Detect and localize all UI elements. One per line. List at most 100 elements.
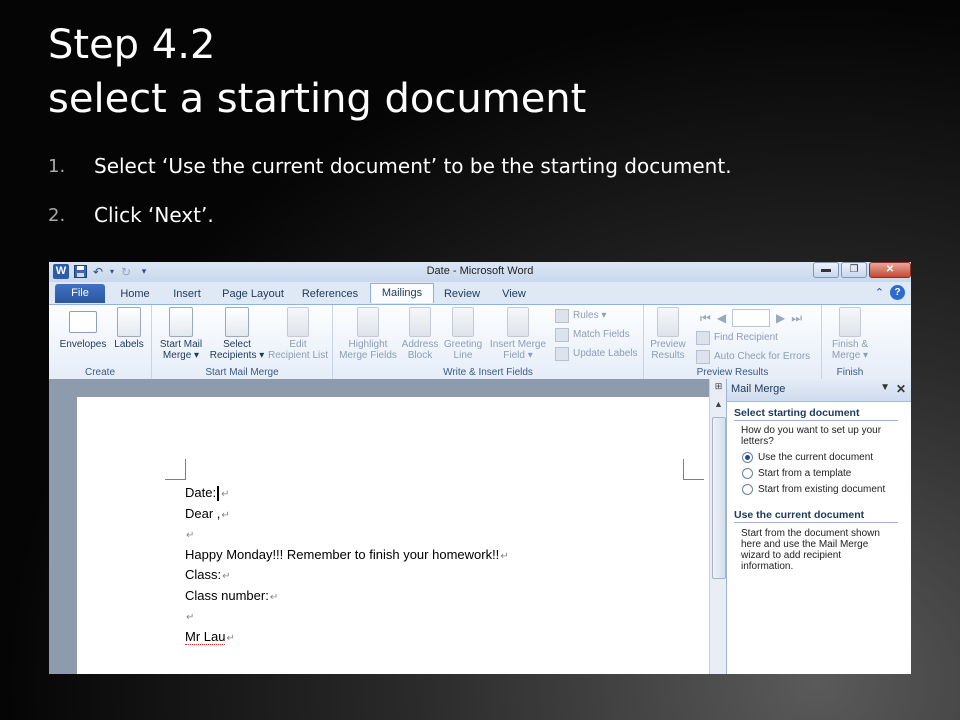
- edit-recipient-list-label-2: Recipient List: [267, 350, 329, 361]
- word-window: W ↶ ▾ ↻ ▾ Date - Microsoft Word ▬ ❐ ✕ Fi…: [49, 262, 911, 674]
- doc-line-text: Date:: [185, 485, 217, 500]
- edit-recipient-list-button[interactable]: Edit Recipient List: [266, 307, 330, 361]
- scroll-up-icon[interactable]: ▲: [710, 399, 727, 409]
- pane-title: Mail Merge: [731, 383, 786, 395]
- match-fields-icon: [555, 328, 569, 342]
- auto-check-errors-button[interactable]: Auto Check for Errors: [696, 348, 810, 366]
- section-description: Start from the document shown here and u…: [741, 528, 880, 572]
- insert-merge-field-icon: [507, 307, 529, 337]
- highlight-merge-fields-button[interactable]: Highlight Merge Fields: [337, 307, 399, 361]
- group-finish: Finish & Merge ▾ Finish: [822, 305, 878, 379]
- update-labels-icon: [555, 347, 569, 361]
- paragraph-mark: ↵: [221, 489, 230, 500]
- option-label: Use the current document: [758, 452, 874, 463]
- title-bar: W ↶ ▾ ↻ ▾ Date - Microsoft Word ▬ ❐ ✕: [49, 262, 911, 282]
- vertical-scrollbar[interactable]: ⊞ ▲: [709, 379, 727, 674]
- step-number: 1.: [48, 156, 66, 177]
- doc-line-text: Dear ,: [185, 505, 221, 521]
- preview-label-2: Results: [651, 350, 685, 361]
- labels-icon: [117, 307, 141, 337]
- rules-button[interactable]: Rules ▾: [555, 307, 606, 325]
- ribbon-tabs: File Home Insert Page Layout References …: [49, 282, 911, 304]
- radio-icon[interactable]: [742, 484, 753, 495]
- greeting-line-button[interactable]: Greeting Line: [441, 307, 485, 361]
- option-use-current-document[interactable]: Use the current document: [742, 452, 873, 463]
- ribbon-help-area: ⌃ ?: [875, 285, 905, 300]
- option-start-from-existing[interactable]: Start from existing document: [742, 484, 885, 495]
- tab-mailings[interactable]: Mailings: [370, 283, 434, 303]
- document-area: Date: ↵ Dear ,↵ ↵ Happy Monday!!! Remembe…: [49, 379, 709, 674]
- doc-line: Class number:↵: [185, 586, 509, 607]
- tab-file[interactable]: File: [55, 284, 105, 303]
- step-item: 1. Select ‘Use the current document’ to …: [48, 154, 732, 203]
- minimize-button[interactable]: ▬: [813, 262, 839, 278]
- minimize-ribbon-icon[interactable]: ⌃: [875, 286, 884, 299]
- greeting-line-icon: [452, 307, 474, 337]
- address-block-icon: [409, 307, 431, 337]
- greeting-label-2: Line: [453, 350, 473, 361]
- paragraph-mark: ↵: [221, 509, 230, 521]
- scroll-thumb[interactable]: [712, 417, 726, 579]
- group-create: Envelopes Labels Create: [49, 305, 152, 379]
- find-recipient-label: Find Recipient: [714, 332, 778, 343]
- tab-review[interactable]: Review: [439, 285, 485, 304]
- address-label-1: Address: [401, 339, 439, 350]
- group-preview-results-label: Preview Results: [696, 367, 769, 378]
- first-record-icon[interactable]: ⏮: [700, 311, 711, 326]
- preview-results-button[interactable]: Preview Results: [646, 307, 690, 361]
- finish-merge-button[interactable]: Finish & Merge ▾: [826, 307, 874, 361]
- document-body[interactable]: Date: ↵ Dear ,↵ ↵ Happy Monday!!! Remembe…: [185, 483, 509, 647]
- paragraph-mark: ↵: [500, 550, 509, 562]
- auto-check-errors-icon: [696, 350, 710, 364]
- pane-options-icon[interactable]: ▼: [880, 382, 890, 393]
- doc-line-text: Class number:: [185, 587, 269, 603]
- step-text: Select ‘Use the current document’ to be …: [94, 154, 732, 178]
- start-mail-merge-label-2: Merge ▾: [162, 350, 200, 361]
- address-label-2: Block: [407, 350, 433, 361]
- close-button[interactable]: ✕: [869, 262, 911, 278]
- window-controls: ▬ ❐ ✕: [813, 262, 911, 278]
- last-record-icon[interactable]: ⏭: [791, 311, 802, 326]
- insert-merge-field-button[interactable]: Insert Merge Field ▾: [485, 307, 551, 361]
- step-list: 1. Select ‘Use the current document’ to …: [48, 154, 732, 252]
- close-pane-icon[interactable]: ✕: [896, 382, 906, 396]
- find-recipient-button[interactable]: Find Recipient: [696, 329, 778, 347]
- next-record-icon[interactable]: ▶: [776, 311, 785, 325]
- ruler-toggle-icon[interactable]: ⊞: [710, 381, 727, 392]
- document-page[interactable]: Date: ↵ Dear ,↵ ↵ Happy Monday!!! Remembe…: [77, 397, 709, 674]
- slide-title: Step 4.2 select a starting document: [48, 18, 586, 126]
- envelopes-label: Envelopes: [59, 339, 107, 350]
- edit-recipient-list-icon: [287, 307, 309, 337]
- start-mail-merge-label-1: Start Mail: [159, 339, 203, 350]
- labels-button[interactable]: Labels: [111, 307, 147, 350]
- preview-results-icon: [657, 307, 679, 337]
- select-recipients-icon: [225, 307, 249, 337]
- option-label: Start from a template: [758, 468, 852, 479]
- doc-line-text: Happy Monday!!! Remember to finish your …: [185, 546, 500, 562]
- update-labels-button[interactable]: Update Labels: [555, 345, 638, 363]
- record-navigation: ⏮ ◀ ▶ ⏭: [700, 309, 802, 327]
- select-recipients-button[interactable]: Select Recipients ▾: [208, 307, 266, 361]
- insert-field-label-2: Field ▾: [503, 350, 533, 361]
- start-mail-merge-button[interactable]: Start Mail Merge ▾: [154, 307, 208, 361]
- tab-page-layout[interactable]: Page Layout: [219, 285, 287, 304]
- tab-references[interactable]: References: [297, 285, 363, 304]
- help-icon[interactable]: ?: [890, 285, 905, 300]
- option-start-from-template[interactable]: Start from a template: [742, 468, 851, 479]
- restore-button[interactable]: ❐: [841, 262, 867, 278]
- tab-insert[interactable]: Insert: [165, 285, 209, 304]
- previous-record-icon[interactable]: ◀: [717, 311, 726, 325]
- radio-selected-icon[interactable]: [742, 452, 753, 463]
- group-write-insert-fields: Highlight Merge Fields Address Block Gre…: [333, 305, 644, 379]
- step-text: Click ‘Next’.: [94, 203, 214, 227]
- finish-label-1: Finish &: [831, 339, 869, 350]
- group-start-mail-merge-label: Start Mail Merge: [205, 367, 279, 378]
- record-number-input[interactable]: [732, 309, 771, 327]
- match-fields-button[interactable]: Match Fields: [555, 326, 630, 344]
- tab-view[interactable]: View: [493, 285, 535, 304]
- tab-home[interactable]: Home: [113, 285, 157, 304]
- address-block-button[interactable]: Address Block: [399, 307, 441, 361]
- envelope-icon: [69, 311, 97, 333]
- radio-icon[interactable]: [742, 468, 753, 479]
- envelopes-button[interactable]: Envelopes: [59, 307, 107, 350]
